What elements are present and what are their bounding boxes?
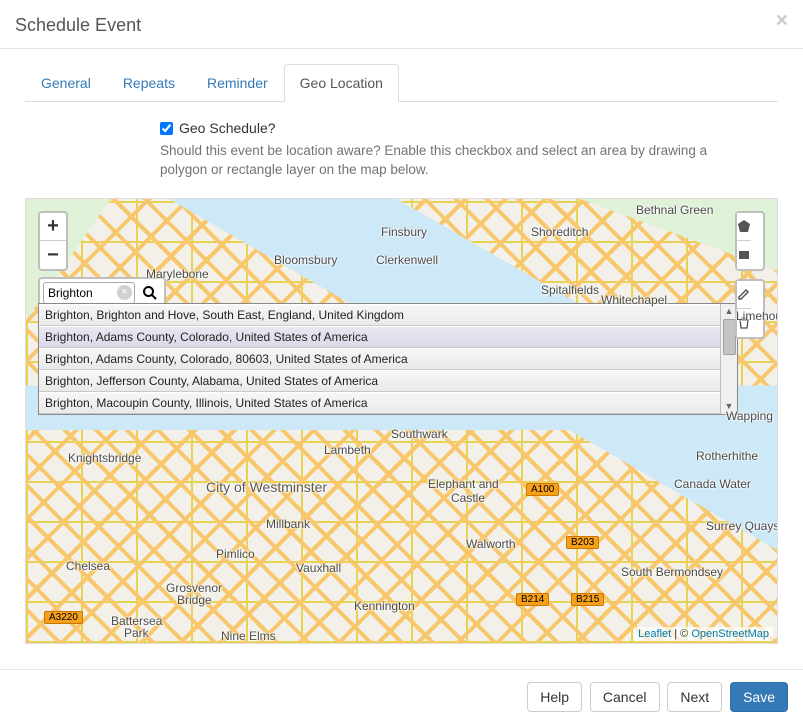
delete-layers-button[interactable] — [737, 309, 751, 337]
help-button[interactable]: Help — [527, 682, 582, 712]
map-place-label: Chelsea — [66, 559, 110, 573]
save-button[interactable]: Save — [730, 682, 788, 712]
map-place-label: Spitalfields — [541, 283, 599, 297]
map-place-label: Clerkenwell — [376, 253, 438, 267]
trash-icon — [737, 316, 751, 330]
next-button[interactable]: Next — [667, 682, 722, 712]
search-result-item[interactable]: Brighton, Brighton and Hove, South East,… — [39, 304, 720, 326]
search-icon — [142, 285, 158, 301]
edit-tools — [735, 279, 765, 339]
map-place-label: Pimlico — [216, 547, 255, 561]
osm-link[interactable]: OpenStreetMap — [691, 628, 769, 640]
map-place-label: Park — [124, 626, 149, 640]
zoom-in-button[interactable]: + — [40, 213, 66, 241]
map-place-label: Lambeth — [324, 443, 371, 457]
modal-body: General Repeats Reminder Geo Location Ge… — [0, 49, 803, 654]
close-button[interactable]: × — [776, 10, 788, 31]
modal-footer: Help Cancel Next Save — [0, 669, 803, 724]
search-result-item[interactable]: Brighton, Adams County, Colorado, 80603,… — [39, 348, 720, 370]
map-attribution: Leaflet | © OpenStreetMap — [634, 627, 773, 641]
tab-general[interactable]: General — [25, 64, 107, 102]
geo-help-text: Should this event be location aware? Ena… — [160, 142, 738, 180]
road-shield: A3220 — [44, 611, 83, 624]
tabs: General Repeats Reminder Geo Location — [25, 64, 778, 102]
search-result-item[interactable]: Brighton, Jefferson County, Alabama, Uni… — [39, 370, 720, 392]
map-place-label: Kennington — [354, 599, 415, 613]
road-shield: A100 — [526, 483, 559, 496]
search-result-item[interactable]: Brighton, Adams County, Colorado, United… — [39, 326, 720, 348]
draw-polygon-button[interactable] — [737, 213, 751, 241]
map-place-label: Surrey Quays — [706, 519, 778, 533]
clear-search-icon[interactable]: × — [117, 285, 132, 300]
zoom-control: + − — [38, 211, 68, 271]
tab-content-geo: Geo Schedule? Should this event be locat… — [25, 102, 778, 644]
map-place-label: Finsbury — [381, 225, 427, 239]
road-shield: B203 — [566, 536, 599, 549]
map-place-label: South Bermondsey — [621, 565, 723, 579]
search-result-item[interactable]: Brighton, Macoupin County, Illinois, Uni… — [39, 392, 720, 414]
draw-rectangle-button[interactable] — [737, 241, 751, 269]
geo-schedule-checkbox-row[interactable]: Geo Schedule? — [160, 120, 778, 136]
map-place-label: Battersea — [111, 614, 162, 628]
rectangle-icon — [737, 248, 751, 262]
map-place-label: Nine Elms — [221, 629, 276, 643]
draw-tools — [735, 211, 765, 271]
map-place-label: Canada Water — [674, 477, 751, 491]
tab-repeats[interactable]: Repeats — [107, 64, 191, 102]
geo-schedule-label: Geo Schedule? — [179, 120, 276, 136]
road-shield: B214 — [516, 593, 549, 606]
map-place-label: Elephant and — [428, 477, 499, 491]
map[interactable]: + − × Brighton, Brighton and Hove, South… — [25, 198, 778, 644]
map-place-label: Castle — [451, 491, 485, 505]
modal-header: Schedule Event × — [0, 0, 803, 49]
map-place-label: Bloomsbury — [274, 253, 337, 267]
map-place-label: Rotherhithe — [696, 449, 758, 463]
scroll-down-icon[interactable]: ▼ — [721, 399, 737, 414]
map-place-label: Bridge — [177, 593, 212, 607]
map-place-label: Millbank — [266, 517, 310, 531]
tab-geo-location[interactable]: Geo Location — [284, 64, 399, 102]
map-place-label: Grosvenor — [166, 581, 222, 595]
map-place-label: Walworth — [466, 537, 516, 551]
polygon-icon — [737, 219, 751, 233]
tab-reminder[interactable]: Reminder — [191, 64, 284, 102]
edit-layers-button[interactable] — [737, 281, 751, 309]
zoom-out-button[interactable]: − — [40, 241, 66, 269]
search-button[interactable] — [139, 282, 161, 304]
edit-icon — [737, 287, 751, 301]
map-place-label: Knightsbridge — [68, 451, 141, 465]
geo-schedule-checkbox[interactable] — [160, 122, 173, 135]
search-results: Brighton, Brighton and Hove, South East,… — [38, 303, 738, 415]
map-place-label: Vauxhall — [296, 561, 341, 575]
map-place-label: Southwark — [391, 427, 448, 441]
map-place-label: Bethnal Green — [636, 203, 713, 217]
road-shield: B215 — [571, 593, 604, 606]
map-place-label: City of Westminster — [206, 479, 327, 495]
map-place-label: Shoreditch — [531, 225, 588, 239]
leaflet-link[interactable]: Leaflet — [638, 628, 671, 640]
cancel-button[interactable]: Cancel — [590, 682, 660, 712]
modal-title: Schedule Event — [15, 15, 141, 35]
